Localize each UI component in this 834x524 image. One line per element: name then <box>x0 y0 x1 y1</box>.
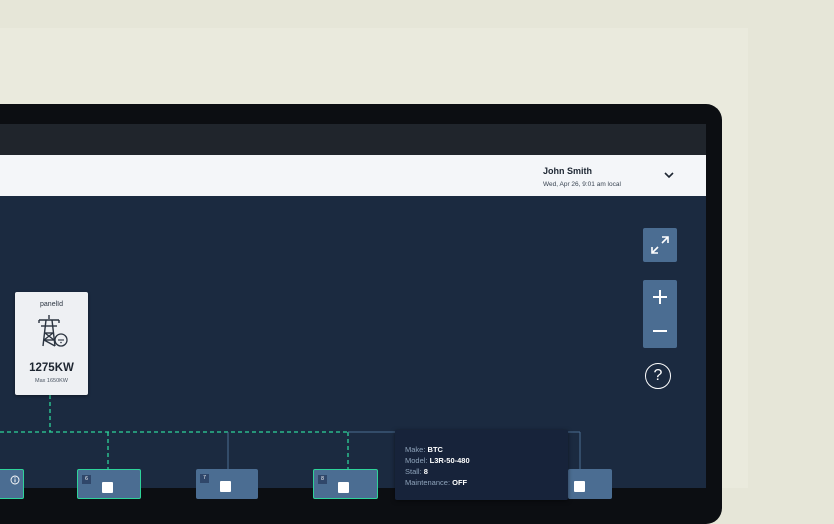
panel-card[interactable]: panelId 1275KW Max 1650KW <box>15 292 88 395</box>
panel-max-power: Max 1650KW <box>34 378 68 384</box>
panel-name: panelId <box>40 301 63 308</box>
tooltip-maintenance: Maintenance: OFF <box>405 478 468 487</box>
tooltip-make: Make: BTC <box>405 445 443 454</box>
tooltip-model: Model: L3R-50-480 <box>405 456 470 465</box>
charger-node[interactable]: 8 <box>313 469 378 499</box>
charger-node[interactable] <box>0 469 24 499</box>
chevron-down-icon[interactable] <box>662 168 676 182</box>
app-header <box>0 155 706 196</box>
charger-number: 8 <box>318 475 327 484</box>
charger-node[interactable] <box>568 469 612 499</box>
charger-node[interactable]: 6 <box>77 469 141 499</box>
charger-status-square <box>220 481 231 492</box>
minus-icon <box>653 330 667 332</box>
fullscreen-button[interactable] <box>643 228 677 262</box>
info-icon <box>10 475 20 485</box>
user-name: John Smith <box>543 166 592 176</box>
window-top-bar <box>0 124 706 155</box>
topology-canvas[interactable] <box>0 196 706 488</box>
charger-status-square <box>574 481 585 492</box>
expand-icon <box>651 236 669 254</box>
charger-number: 6 <box>82 475 91 484</box>
tooltip-stall: Stall: 8 <box>405 467 428 476</box>
zoom-in-button[interactable] <box>643 280 677 314</box>
help-button[interactable]: ? <box>645 363 671 389</box>
charger-node[interactable]: 7 <box>196 469 258 499</box>
panel-power: 1275KW <box>29 362 74 374</box>
user-timestamp: Wed, Apr 26, 9:01 am local <box>543 181 621 188</box>
plus-icon <box>653 290 667 304</box>
power-tower-icon <box>38 315 68 347</box>
charger-tooltip: Make: BTC Model: L3R-50-480 Stall: 8 Mai… <box>395 430 568 500</box>
charger-number: 7 <box>200 474 209 483</box>
zoom-out-button[interactable] <box>643 314 677 348</box>
